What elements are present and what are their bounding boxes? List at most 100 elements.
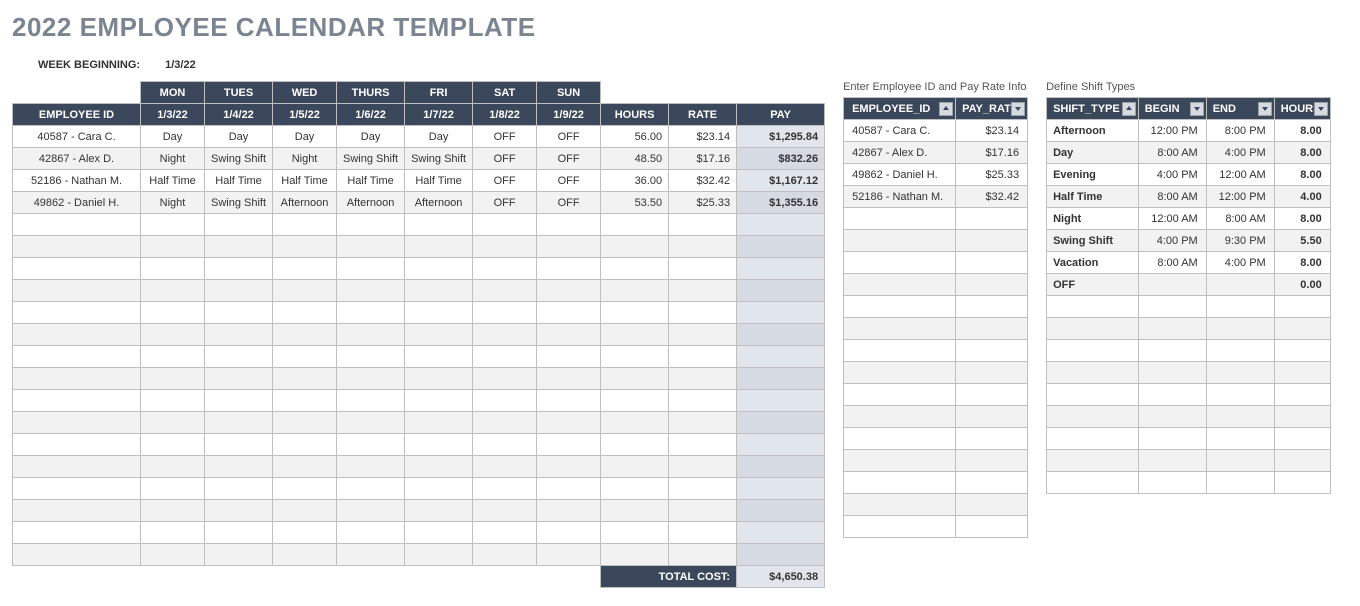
shift-cell[interactable]: Day — [205, 126, 273, 148]
shift-cell[interactable]: Half Time — [337, 170, 405, 192]
shift-type[interactable]: Day — [1047, 142, 1139, 164]
employee-cell[interactable]: 42867 - Alex D. — [13, 148, 141, 170]
shift-begin[interactable]: 4:00 PM — [1138, 230, 1206, 252]
shift-begin[interactable]: 12:00 PM — [1138, 120, 1206, 142]
shift-type[interactable]: Half Time — [1047, 186, 1139, 208]
shift-type[interactable]: OFF — [1047, 274, 1139, 296]
shift-cell[interactable]: OFF — [537, 126, 601, 148]
shift-end[interactable] — [1206, 274, 1274, 296]
shift-hours: 0.00 — [1274, 274, 1330, 296]
shift-cell[interactable]: Swing Shift — [205, 148, 273, 170]
payrate-row-empty — [844, 450, 1028, 472]
filter-dropdown-icon[interactable] — [1258, 102, 1272, 116]
payrate-value[interactable]: $17.16 — [956, 142, 1028, 164]
shift-cell[interactable]: Night — [273, 148, 337, 170]
filter-dropdown-icon[interactable] — [1190, 102, 1204, 116]
payrate-row-empty — [844, 340, 1028, 362]
shift-end[interactable]: 8:00 PM — [1206, 120, 1274, 142]
shift-cell[interactable]: Swing Shift — [337, 148, 405, 170]
payrate-row: 42867 - Alex D.$17.16 — [844, 142, 1028, 164]
shift-row: Vacation8:00 AM4:00 PM8.00 — [1047, 252, 1331, 274]
shift-cell[interactable]: OFF — [473, 126, 537, 148]
payrate-employee[interactable]: 49862 - Daniel H. — [844, 164, 956, 186]
shift-type[interactable]: Swing Shift — [1047, 230, 1139, 252]
shift-section: Define Shift Types SHIFT_TYPE BEGIN END … — [1046, 81, 1331, 494]
hours-cell: 56.00 — [601, 126, 669, 148]
shift-type[interactable]: Afternoon — [1047, 120, 1139, 142]
day-header: FRI — [405, 82, 473, 104]
shift-cell[interactable]: OFF — [537, 170, 601, 192]
schedule-table: MON TUES WED THURS FRI SAT SUN EMPLOYEE … — [12, 81, 825, 588]
schedule-row: 42867 - Alex D.NightSwing ShiftNightSwin… — [13, 148, 825, 170]
shift-row: Afternoon12:00 PM8:00 PM8.00 — [1047, 120, 1331, 142]
employee-cell[interactable]: 52186 - Nathan M. — [13, 170, 141, 192]
payrate-employee[interactable]: 40587 - Cara C. — [844, 120, 956, 142]
payrate-row: 40587 - Cara C.$23.14 — [844, 120, 1028, 142]
shift-cell[interactable]: Half Time — [205, 170, 273, 192]
col-header-date: 1/3/22 — [141, 104, 205, 126]
shift-cell[interactable]: Afternoon — [273, 192, 337, 214]
shift-end[interactable]: 8:00 AM — [1206, 208, 1274, 230]
hours-cell: 48.50 — [601, 148, 669, 170]
schedule-row-empty — [13, 280, 825, 302]
shift-end[interactable]: 12:00 AM — [1206, 164, 1274, 186]
shift-cell[interactable]: OFF — [473, 148, 537, 170]
payrate-header-rate: PAY_RATE — [956, 98, 1028, 120]
shift-cell[interactable]: Day — [405, 126, 473, 148]
shift-cell[interactable]: Afternoon — [405, 192, 473, 214]
week-beginning-label: WEEK BEGINNING: — [38, 59, 140, 71]
shift-row-empty — [1047, 384, 1331, 406]
week-beginning-value[interactable]: 1/3/22 — [165, 59, 196, 71]
shift-cell[interactable]: Night — [141, 192, 205, 214]
shift-cell[interactable]: Swing Shift — [205, 192, 273, 214]
employee-cell[interactable]: 49862 - Daniel H. — [13, 192, 141, 214]
shift-hours: 8.00 — [1274, 164, 1330, 186]
shift-cell[interactable]: OFF — [537, 192, 601, 214]
shift-cell[interactable]: Day — [141, 126, 205, 148]
employee-cell[interactable]: 40587 - Cara C. — [13, 126, 141, 148]
col-header-date: 1/8/22 — [473, 104, 537, 126]
schedule-row-empty — [13, 390, 825, 412]
shift-begin[interactable] — [1138, 274, 1206, 296]
payrate-employee[interactable]: 42867 - Alex D. — [844, 142, 956, 164]
shift-row-empty — [1047, 318, 1331, 340]
filter-dropdown-icon[interactable] — [1314, 102, 1328, 116]
payrate-value[interactable]: $25.33 — [956, 164, 1028, 186]
col-header-employee: EMPLOYEE ID — [13, 104, 141, 126]
schedule-row: 49862 - Daniel H.NightSwing ShiftAfterno… — [13, 192, 825, 214]
shift-cell[interactable]: Day — [273, 126, 337, 148]
sort-asc-icon[interactable] — [1122, 102, 1136, 116]
shift-type[interactable]: Vacation — [1047, 252, 1139, 274]
filter-dropdown-icon[interactable] — [1011, 102, 1025, 116]
shift-cell[interactable]: OFF — [473, 192, 537, 214]
shift-row-empty — [1047, 406, 1331, 428]
shift-end[interactable]: 12:00 PM — [1206, 186, 1274, 208]
shift-end[interactable]: 4:00 PM — [1206, 252, 1274, 274]
shift-begin[interactable]: 8:00 AM — [1138, 252, 1206, 274]
payrate-row-empty — [844, 472, 1028, 494]
shift-cell[interactable]: Half Time — [273, 170, 337, 192]
payrate-value[interactable]: $32.42 — [956, 186, 1028, 208]
shift-cell[interactable]: Half Time — [141, 170, 205, 192]
shift-begin[interactable]: 8:00 AM — [1138, 186, 1206, 208]
shift-cell[interactable]: Night — [141, 148, 205, 170]
shift-begin[interactable]: 4:00 PM — [1138, 164, 1206, 186]
sort-asc-icon[interactable] — [939, 102, 953, 116]
shift-end[interactable]: 4:00 PM — [1206, 142, 1274, 164]
shift-type[interactable]: Evening — [1047, 164, 1139, 186]
day-header-row: MON TUES WED THURS FRI SAT SUN — [13, 82, 825, 104]
shift-cell[interactable]: OFF — [473, 170, 537, 192]
payrate-value[interactable]: $23.14 — [956, 120, 1028, 142]
shift-type[interactable]: Night — [1047, 208, 1139, 230]
shift-end[interactable]: 9:30 PM — [1206, 230, 1274, 252]
shift-cell[interactable]: Day — [337, 126, 405, 148]
hours-cell: 53.50 — [601, 192, 669, 214]
shift-begin[interactable]: 8:00 AM — [1138, 142, 1206, 164]
payrate-employee[interactable]: 52186 - Nathan M. — [844, 186, 956, 208]
pay-cell: $832.26 — [737, 148, 825, 170]
shift-cell[interactable]: Swing Shift — [405, 148, 473, 170]
shift-cell[interactable]: Half Time — [405, 170, 473, 192]
shift-cell[interactable]: OFF — [537, 148, 601, 170]
shift-begin[interactable]: 12:00 AM — [1138, 208, 1206, 230]
shift-cell[interactable]: Afternoon — [337, 192, 405, 214]
